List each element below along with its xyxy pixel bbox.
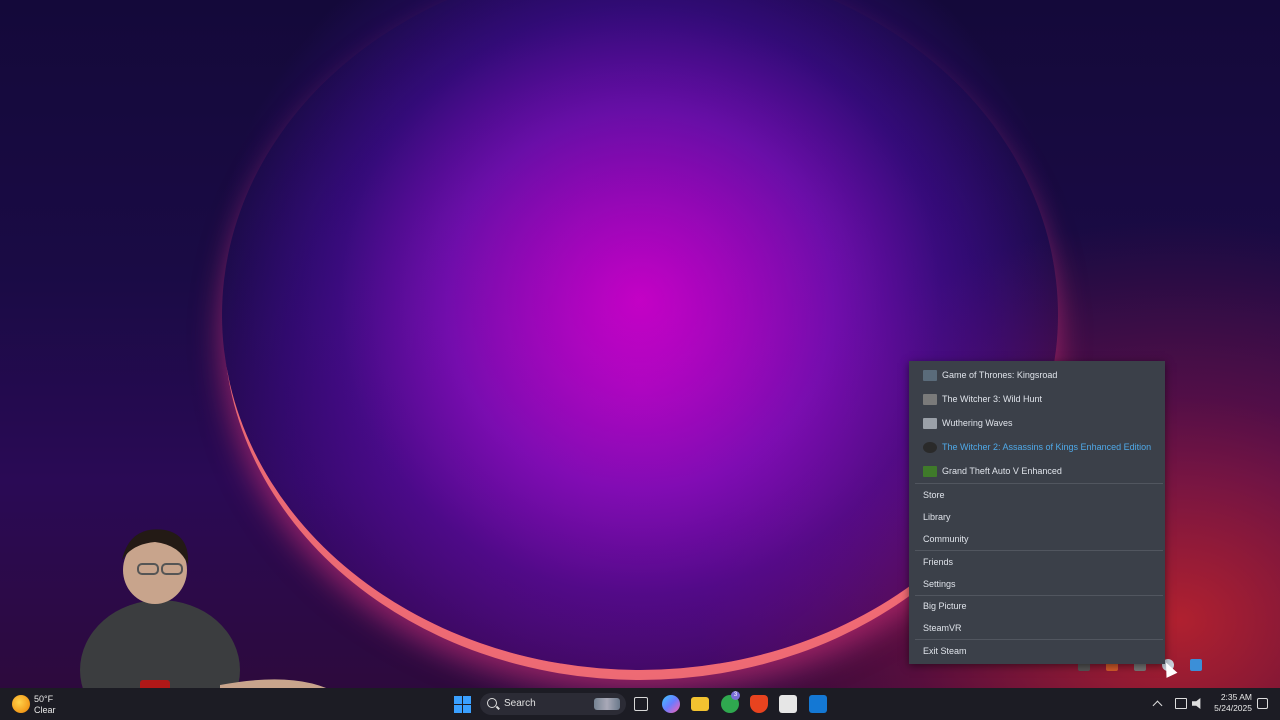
recent-game-item[interactable]: Game of Thrones: Kingsroad [909, 365, 1165, 385]
outlook-icon[interactable] [809, 695, 827, 713]
volume-icon[interactable] [1192, 698, 1201, 709]
gta5-icon [923, 465, 937, 477]
start-button[interactable] [454, 696, 471, 713]
taskbar-clock[interactable]: 2:35 AM 5/24/2025 [1210, 692, 1252, 714]
recent-game-item[interactable]: Wuthering Waves [909, 413, 1165, 433]
clock-time: 2:35 AM [1220, 692, 1252, 702]
menu-item-settings[interactable]: Settings [923, 575, 956, 593]
menu-separator [915, 550, 1163, 551]
windows-logo-pane [454, 696, 462, 704]
recent-game-item[interactable]: Grand Theft Auto V Enhanced [909, 461, 1165, 481]
kingsroad-icon [923, 369, 937, 381]
recent-game-label: The Witcher 2: Assassins of Kings Enhanc… [942, 442, 1152, 452]
xbox-notification-badge: 3 [731, 691, 740, 700]
recent-game-item[interactable]: The Witcher 3: Wild Hunt [909, 389, 1165, 409]
witcher3-icon [923, 393, 937, 405]
file-explorer-icon[interactable] [691, 697, 709, 711]
menu-item-library[interactable]: Library [923, 508, 951, 526]
search-icon [487, 698, 497, 708]
network-icon[interactable] [1175, 698, 1187, 709]
recent-game-label: The Witcher 3: Wild Hunt [942, 394, 1043, 404]
brave-icon[interactable] [750, 695, 768, 713]
copilot-icon[interactable] [662, 695, 680, 713]
recent-game-label: Game of Thrones: Kingsroad [942, 370, 1058, 380]
witcher2-icon [923, 441, 937, 453]
windows-logo-pane [463, 696, 471, 704]
menu-separator [915, 639, 1163, 640]
taskbar-search-box[interactable]: Search [480, 693, 626, 715]
menu-item-steamvr[interactable]: SteamVR [923, 619, 962, 637]
xbox-icon[interactable]: 3 [721, 691, 740, 713]
task-view-icon[interactable] [634, 697, 648, 711]
menu-separator [915, 595, 1163, 596]
clock-date: 5/24/2025 [1214, 703, 1252, 713]
chevron-up-icon[interactable] [1152, 700, 1163, 711]
menu-item-store[interactable]: Store [923, 486, 945, 504]
notification-icon[interactable] [1257, 698, 1268, 709]
menu-item-community[interactable]: Community [923, 530, 969, 548]
menu-item-big-picture[interactable]: Big Picture [923, 597, 967, 615]
weather-temperature: 50°F [34, 694, 54, 704]
menu-separator [915, 483, 1163, 484]
windows-logo-pane [463, 705, 471, 713]
microsoft-store-icon[interactable] [779, 695, 797, 713]
menu-item-friends[interactable]: Friends [923, 553, 953, 571]
search-label: Search [504, 698, 536, 709]
weather-condition: Clear [34, 705, 56, 715]
weather-moon-icon [12, 695, 30, 713]
menu-item-exit-steam[interactable]: Exit Steam [923, 642, 967, 660]
tray-overflow-icon[interactable] [1190, 659, 1202, 671]
wuthering-waves-icon [923, 417, 937, 429]
recent-game-item-hovered[interactable]: The Witcher 2: Assassins of Kings Enhanc… [909, 437, 1165, 457]
taskbar: 50°F Clear Search 3 2:35 AM 5/24/2025 [0, 688, 1280, 720]
search-highlight-image [594, 698, 620, 710]
recent-game-label: Grand Theft Auto V Enhanced [942, 466, 1062, 476]
steam-context-menu: Game of Thrones: Kingsroad The Witcher 3… [909, 361, 1165, 664]
recent-game-label: Wuthering Waves [942, 418, 1013, 428]
windows-logo-pane [454, 705, 462, 713]
